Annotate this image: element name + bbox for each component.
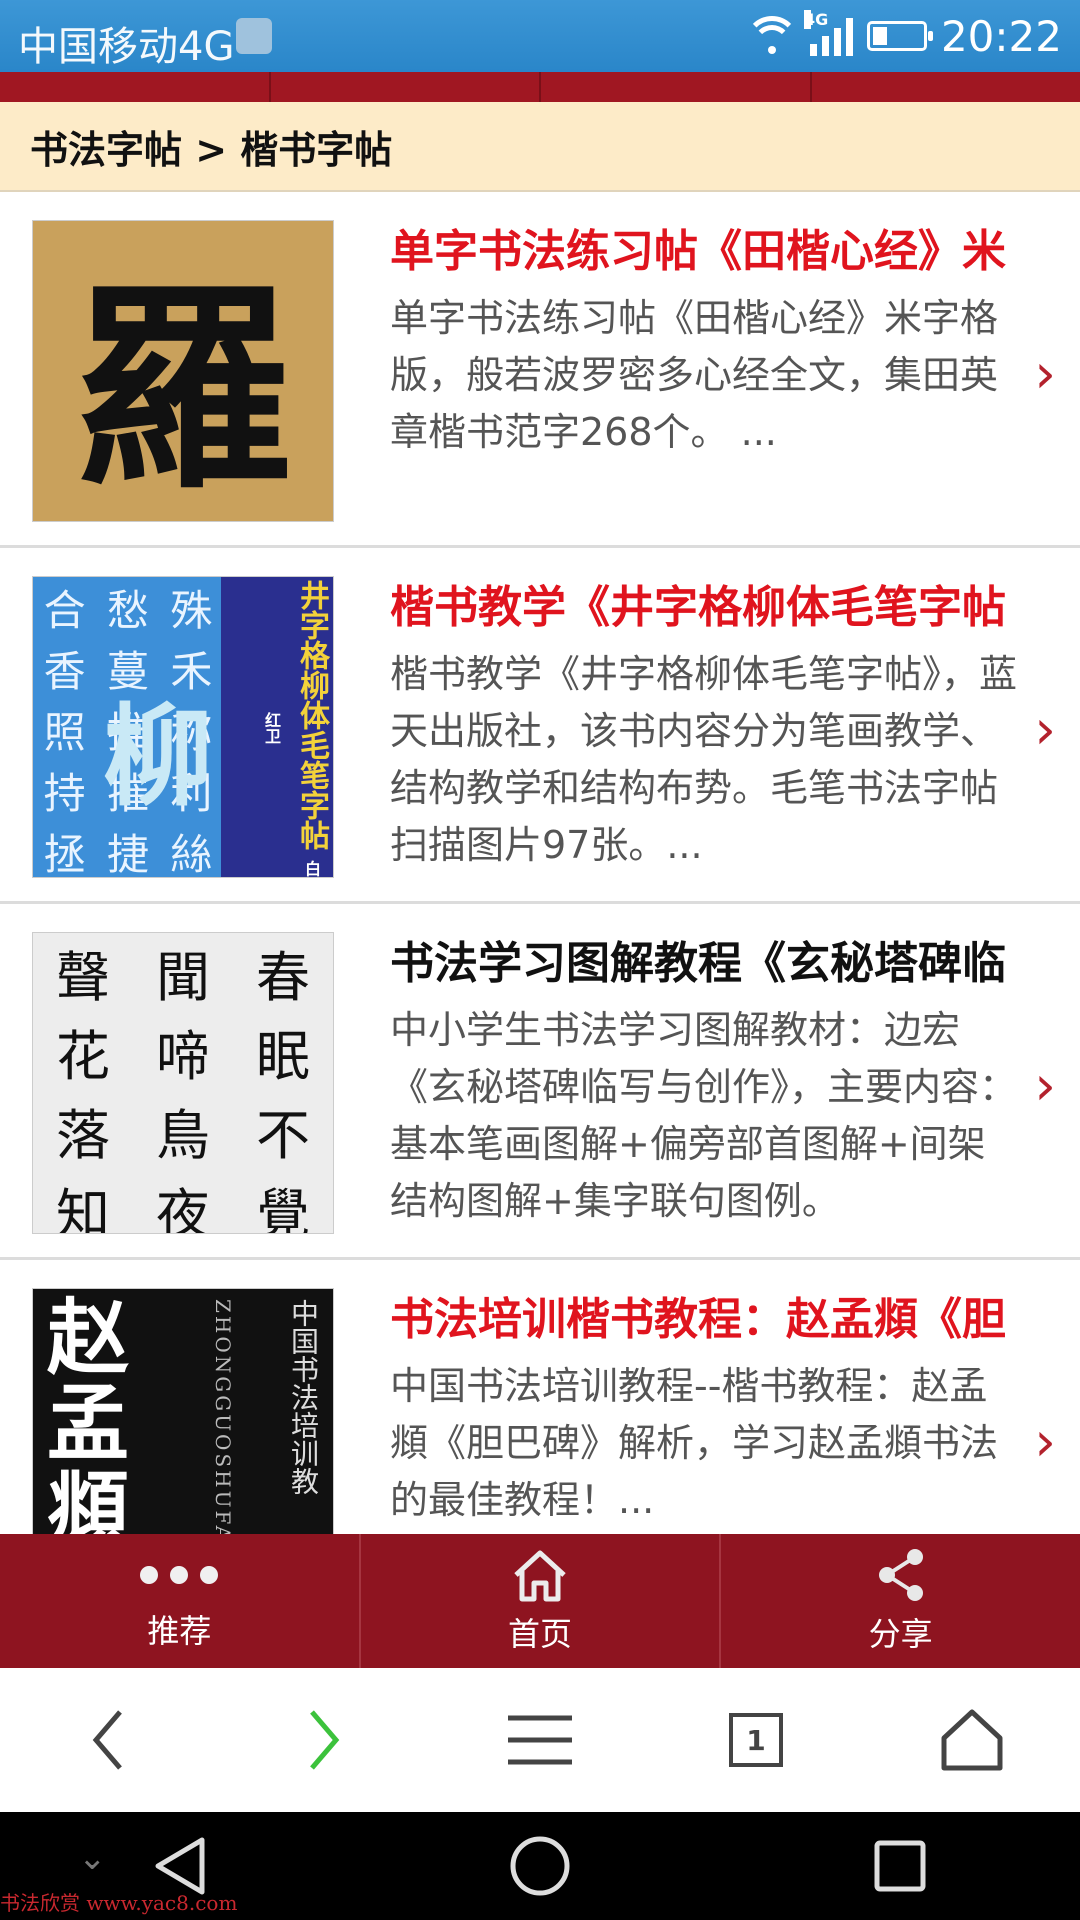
recommend-button[interactable]: 推荐 bbox=[0, 1534, 361, 1668]
chevron-right-icon[interactable]: › bbox=[1034, 1054, 1056, 1117]
chevron-right-icon[interactable]: › bbox=[1034, 1410, 1056, 1473]
thumb-char: 拯 bbox=[43, 830, 86, 878]
top-nav-tab[interactable] bbox=[541, 72, 812, 102]
more-dots-icon bbox=[140, 1550, 219, 1600]
thumb-char: 花 bbox=[56, 1025, 110, 1088]
square-recents-icon bbox=[874, 1840, 926, 1892]
top-nav-tab[interactable] bbox=[271, 72, 541, 102]
thumb-pinyin: ZHONGGUOSHUFAPEIXUNJIAOCHENG bbox=[211, 1299, 235, 1534]
thumb-char: 捷 bbox=[106, 830, 149, 878]
network-type-label: 4G bbox=[803, 10, 829, 29]
wifi-icon bbox=[744, 16, 799, 56]
app-bottom-bar: 推荐 首页 分享 bbox=[0, 1534, 1080, 1668]
item-title[interactable]: 书法培训楷书教程：赵孟頫《胆 bbox=[390, 1288, 1050, 1352]
thumbnail-image: 聲 聞 春 花 啼 眠 落 鳥 不 知 夜 覺 bbox=[32, 932, 334, 1234]
back-button[interactable] bbox=[48, 1690, 168, 1790]
thumb-char: 覺 bbox=[256, 1183, 310, 1234]
list-item[interactable]: 聲 聞 春 花 啼 眠 落 鳥 不 知 夜 覺 书法学习图解教程《玄秘塔碑临 中… bbox=[0, 904, 1080, 1260]
chevron-right-icon[interactable]: › bbox=[1034, 698, 1056, 761]
share-icon bbox=[878, 1549, 923, 1601]
home-label: 首页 bbox=[508, 1615, 573, 1653]
top-nav-tab[interactable] bbox=[812, 72, 1080, 102]
thumb-char: 不 bbox=[256, 1104, 310, 1167]
top-nav-tab[interactable] bbox=[0, 72, 271, 102]
thumbnail-image: 羅 bbox=[32, 220, 334, 522]
tabs-count: 1 bbox=[746, 1723, 766, 1757]
home-button[interactable]: 首页 bbox=[361, 1534, 722, 1668]
system-recents-button[interactable] bbox=[840, 1821, 960, 1911]
browser-toolbar: 1 bbox=[0, 1668, 1080, 1812]
thumb-char: 合 bbox=[43, 586, 86, 635]
status-right: 4G 20:22 bbox=[744, 10, 1062, 62]
thumb-char: 聞 bbox=[156, 946, 210, 1009]
thumbnail-image: 合 愁 殊 香 蔓 禾 照 推 称 持 摧 利 拯 捷 絲 柳 井字格柳体毛笔字… bbox=[32, 576, 334, 878]
item-description: 单字书法练习帖《田楷心经》米字格版，般若波罗密多心经全文，集田英章楷书范字268… bbox=[390, 296, 999, 454]
tabs-button[interactable]: 1 bbox=[696, 1690, 816, 1790]
thumb-char: 愁 bbox=[106, 586, 149, 635]
recommend-label: 推荐 bbox=[147, 1612, 212, 1650]
thumb-char: 殊 bbox=[170, 586, 213, 635]
breadcrumb[interactable]: 书法字帖 > 楷书字帖 bbox=[0, 102, 1080, 192]
home-outline-icon bbox=[941, 1709, 1003, 1771]
tabs-icon: 1 bbox=[729, 1713, 783, 1767]
forward-button[interactable] bbox=[264, 1690, 384, 1790]
thumbnail-image: 赵孟頫 ZHONGGUOSHUFAPEIXUNJIAOCHENG 中国书法培训教 bbox=[32, 1288, 334, 1534]
menu-button[interactable] bbox=[480, 1690, 600, 1790]
item-title[interactable]: 楷书教学《井字格柳体毛笔字帖 bbox=[390, 576, 1050, 640]
thumb-char: 照 bbox=[43, 708, 86, 757]
circle-home-icon bbox=[510, 1836, 570, 1896]
article-list: 羅 单字书法练习帖《田楷心经》米 单字书法练习帖《田楷心经》米字格版，般若波罗密… bbox=[0, 192, 1080, 1534]
item-title[interactable]: 单字书法练习帖《田楷心经》米 bbox=[390, 220, 1050, 284]
thumb-char: 持 bbox=[43, 769, 86, 818]
thumb-cn-text: 中国书法培训教 bbox=[287, 1299, 320, 1495]
item-description: 中国书法培训教程--楷书教程：赵孟頫《胆巴碑》解析，学习赵孟頫书法的最佳教程！.… bbox=[390, 1364, 999, 1522]
share-button[interactable]: 分享 bbox=[721, 1534, 1080, 1668]
system-home-button[interactable] bbox=[480, 1821, 600, 1911]
thumb-char: 絲 bbox=[170, 830, 213, 878]
top-nav-strip bbox=[0, 72, 1080, 102]
item-description: 楷书教学《井字格柳体毛笔字帖》，蓝天出版社，该书内容分为笔画教学、结构教学和结构… bbox=[390, 652, 1018, 867]
signal-icon: 4G bbox=[803, 10, 853, 56]
thumb-char: 知 bbox=[56, 1183, 110, 1234]
thumb-big-char: 柳 bbox=[103, 692, 213, 821]
battery-icon bbox=[866, 21, 933, 51]
watermark: 书法欣赏 www.yac8.com bbox=[0, 1891, 238, 1915]
thumb-side-text: 井字格柳体毛笔字帖 bbox=[294, 579, 329, 850]
chevron-left-icon bbox=[92, 1710, 122, 1770]
thumb-char: 春 bbox=[256, 946, 310, 1009]
chevron-right-icon bbox=[310, 1710, 340, 1770]
list-item[interactable]: 羅 单字书法练习帖《田楷心经》米 单字书法练习帖《田楷心经》米字格版，般若波罗密… bbox=[0, 192, 1080, 548]
thumb-big-text: 赵孟頫 bbox=[47, 1290, 130, 1534]
chevron-right-icon[interactable]: › bbox=[1034, 342, 1056, 405]
chevron-down-icon[interactable]: ⌄ bbox=[78, 1838, 107, 1878]
thumb-char: 落 bbox=[56, 1104, 110, 1167]
item-title[interactable]: 书法学习图解教程《玄秘塔碑临 bbox=[390, 932, 1050, 996]
share-label: 分享 bbox=[868, 1615, 933, 1653]
thumb-char: 夜 bbox=[156, 1183, 210, 1234]
thumb-char: 聲 bbox=[56, 946, 110, 1009]
browser-home-button[interactable] bbox=[912, 1690, 1032, 1790]
thumb-char: 眠 bbox=[256, 1025, 310, 1088]
item-description: 中小学生书法学习图解教材：边宏《玄秘塔碑临写与创作》，主要内容：基本笔画图解+偏… bbox=[390, 1008, 1018, 1223]
status-bar: 中国移动4G 4G 20:22 bbox=[0, 0, 1080, 72]
clock: 20:22 bbox=[940, 11, 1062, 61]
home-icon bbox=[514, 1550, 566, 1602]
thumb-char: 啼 bbox=[156, 1025, 210, 1088]
carrier-label: 中国移动4G bbox=[18, 24, 235, 70]
thumb-char: 鳥 bbox=[156, 1104, 210, 1167]
thumb-side-title: 井字格柳体毛笔字帖 白红卫 bbox=[221, 577, 333, 877]
thumbnail-char: 羅 bbox=[72, 259, 293, 518]
thumb-char: 香 bbox=[43, 647, 86, 696]
list-item[interactable]: 合 愁 殊 香 蔓 禾 照 推 称 持 摧 利 拯 捷 絲 柳 井字格柳体毛笔字… bbox=[0, 548, 1080, 904]
hamburger-menu-icon bbox=[508, 1715, 572, 1765]
sim-icon bbox=[236, 18, 272, 54]
list-item[interactable]: 赵孟頫 ZHONGGUOSHUFAPEIXUNJIAOCHENG 中国书法培训教… bbox=[0, 1260, 1080, 1534]
